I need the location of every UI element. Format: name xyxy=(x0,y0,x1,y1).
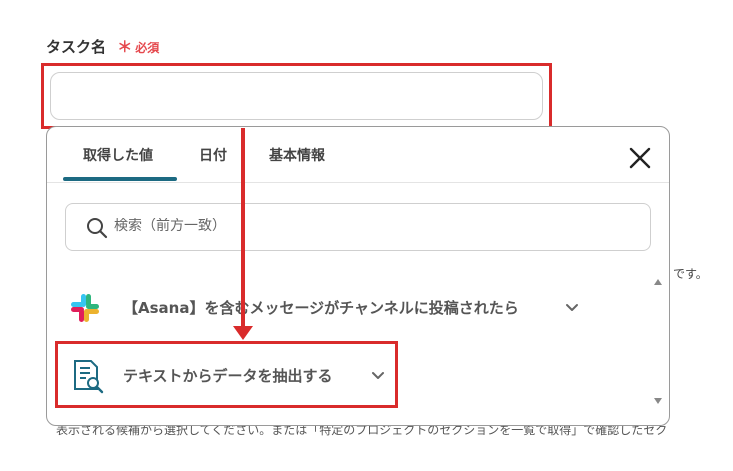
required-text: 必須 xyxy=(135,41,160,55)
slack-icon xyxy=(71,294,99,322)
search-input[interactable] xyxy=(114,218,614,234)
chevron-down-icon xyxy=(566,304,578,311)
task-name-input[interactable] xyxy=(50,72,543,120)
tab-acquired-values[interactable]: 取得した値 xyxy=(83,145,153,165)
tab-bar: 取得した値 日付 基本情報 xyxy=(47,127,669,183)
option-label: 【Asana】を含むメッセージがチャンネルに投稿されたら xyxy=(123,299,519,317)
option-slack-trigger[interactable]: 【Asana】を含むメッセージがチャンネルに投稿されたら xyxy=(69,290,589,326)
tab-date[interactable]: 日付 xyxy=(199,145,227,165)
close-button[interactable] xyxy=(627,145,653,171)
annotation-arrow-head xyxy=(233,326,253,340)
tab-basic-info[interactable]: 基本情報 xyxy=(269,145,325,165)
scroll-up-icon[interactable] xyxy=(653,277,663,287)
active-tab-indicator xyxy=(63,177,177,181)
required-badge: ＊必須 xyxy=(117,38,160,56)
field-label-text: タスク名 xyxy=(46,38,107,56)
required-star: ＊ xyxy=(117,38,133,56)
input-annotation-frame xyxy=(41,63,552,129)
search-box[interactable] xyxy=(65,203,651,251)
search-icon xyxy=(87,218,108,239)
option-annotation-frame xyxy=(55,341,398,408)
annotation-arrow-line xyxy=(241,128,245,328)
scroll-down-icon[interactable] xyxy=(653,396,663,406)
close-icon xyxy=(629,147,651,169)
background-help-text: です。 xyxy=(673,267,708,281)
field-label: タスク名 ＊必須 xyxy=(46,36,159,57)
